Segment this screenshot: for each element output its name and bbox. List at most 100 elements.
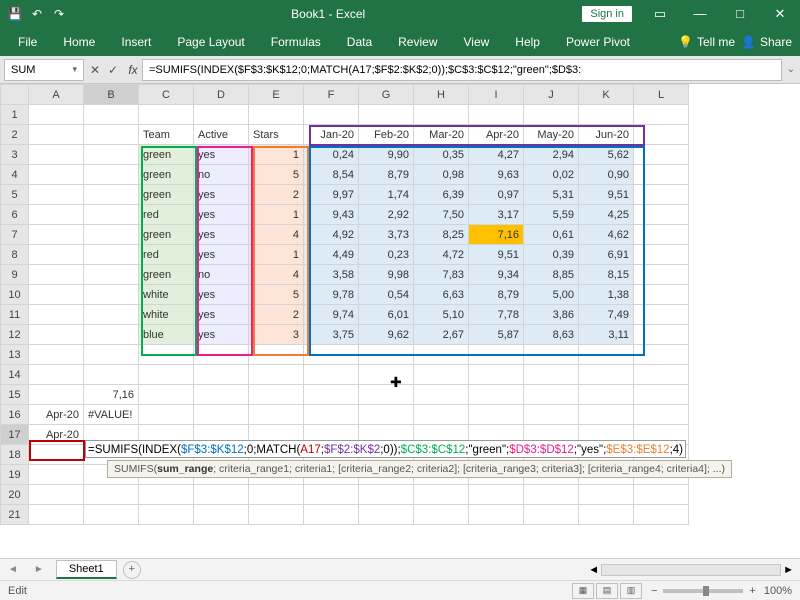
cell[interactable]: 2,94 [524,145,579,165]
row-header[interactable]: 4 [1,165,29,185]
cell[interactable]: 3,17 [469,205,524,225]
cell[interactable]: yes [194,245,249,265]
cell[interactable]: 6,01 [359,305,414,325]
cell[interactable]: 8,15 [579,265,634,285]
cell[interactable]: 7,49 [579,305,634,325]
cell[interactable]: 3,75 [304,325,359,345]
tab-review[interactable]: Review [388,29,447,55]
undo-icon[interactable]: ↶ [28,5,46,23]
cell[interactable]: 7,78 [469,305,524,325]
cell[interactable]: Mar-20 [414,125,469,145]
cell[interactable]: white [139,305,194,325]
cell[interactable]: 9,62 [359,325,414,345]
tab-home[interactable]: Home [53,29,105,55]
cell[interactable]: 9,51 [579,185,634,205]
row-header[interactable]: 19 [1,465,29,485]
cell[interactable]: Jun-20 [579,125,634,145]
cell[interactable]: 0,90 [579,165,634,185]
col-header[interactable]: K [579,85,634,105]
close-icon[interactable]: ✕ [760,6,800,22]
cell[interactable]: Apr-20 [469,125,524,145]
cell[interactable]: 9,90 [359,145,414,165]
row-header[interactable]: 10 [1,285,29,305]
row-header[interactable]: 15 [1,385,29,405]
cell[interactable]: 5,31 [524,185,579,205]
cell[interactable]: Team [139,125,194,145]
tab-formulas[interactable]: Formulas [261,29,331,55]
cell[interactable]: green [139,145,194,165]
cell[interactable]: yes [194,185,249,205]
col-header[interactable]: J [524,85,579,105]
col-header[interactable]: A [29,85,84,105]
cell[interactable]: yes [194,325,249,345]
cell[interactable]: Jan-20 [304,125,359,145]
cell[interactable]: 9,78 [304,285,359,305]
cell[interactable]: white [139,285,194,305]
row-header[interactable]: 7 [1,225,29,245]
cell[interactable]: 5,87 [469,325,524,345]
col-header[interactable]: H [414,85,469,105]
cell[interactable]: 1 [249,145,304,165]
cell[interactable]: yes [194,285,249,305]
col-header[interactable]: C [139,85,194,105]
cell[interactable]: 0,35 [414,145,469,165]
ribbon-options-icon[interactable]: ▭ [640,6,680,22]
hscroll-left-icon[interactable]: ◄ [588,564,599,576]
cell[interactable]: 9,98 [359,265,414,285]
cell[interactable]: green [139,225,194,245]
cell[interactable]: blue [139,325,194,345]
cell[interactable]: 0,97 [469,185,524,205]
cell[interactable]: 4 [249,225,304,245]
tab-powerpivot[interactable]: Power Pivot [556,29,640,55]
cell[interactable]: 8,25 [414,225,469,245]
cell[interactable]: 6,91 [579,245,634,265]
cell[interactable]: Feb-20 [359,125,414,145]
maximize-icon[interactable]: □ [720,6,760,22]
view-pagelayout-icon[interactable]: ▤ [596,583,618,599]
cell[interactable]: #VALUE! [84,405,139,425]
zoom-slider[interactable] [663,589,743,593]
cell[interactable]: 5 [249,165,304,185]
cell[interactable]: 8,79 [359,165,414,185]
cell[interactable]: 3,73 [359,225,414,245]
cell[interactable]: 8,79 [469,285,524,305]
row-header[interactable]: 3 [1,145,29,165]
cell[interactable]: 4 [249,265,304,285]
cell[interactable]: 4,27 [469,145,524,165]
cell[interactable]: 6,39 [414,185,469,205]
cell[interactable]: 1,38 [579,285,634,305]
cell[interactable]: 4,72 [414,245,469,265]
tab-view[interactable]: View [454,29,500,55]
row-header[interactable]: 14 [1,365,29,385]
cell-formula-editor[interactable]: =SUMIFS(INDEX($F$3:$K$12;0;MATCH(A17;$F$… [85,440,686,458]
zoom-out-button[interactable]: − [651,585,657,597]
cell[interactable]: 4,25 [579,205,634,225]
cell[interactable]: 0,61 [524,225,579,245]
cell[interactable]: 8,63 [524,325,579,345]
row-header[interactable]: 18 [1,445,29,465]
horizontal-scrollbar[interactable] [601,564,781,576]
row-header[interactable]: 1 [1,105,29,125]
cell[interactable]: 3,11 [579,325,634,345]
cell[interactable]: 5,59 [524,205,579,225]
cell[interactable]: 0,02 [524,165,579,185]
chevron-down-icon[interactable]: ▾ [72,64,77,75]
redo-icon[interactable]: ↷ [50,5,68,23]
cell[interactable]: green [139,165,194,185]
cell[interactable]: 9,74 [304,305,359,325]
cell[interactable]: 3,58 [304,265,359,285]
row-header[interactable]: 17 [1,425,29,445]
cell[interactable]: 0,23 [359,245,414,265]
row-header[interactable]: 5 [1,185,29,205]
select-all-corner[interactable] [1,85,29,105]
cell[interactable]: 9,63 [469,165,524,185]
cell[interactable]: Active [194,125,249,145]
view-normal-icon[interactable]: ▦ [572,583,594,599]
cell[interactable]: Apr-20 [29,425,84,445]
col-header[interactable]: B [84,85,139,105]
cell[interactable]: red [139,205,194,225]
cell[interactable]: 0,98 [414,165,469,185]
worksheet-grid[interactable]: A B C D E F G H I J K L 1 2 Team Active … [0,84,800,525]
cell[interactable]: 1 [249,245,304,265]
accept-formula-icon[interactable]: ✓ [108,63,118,77]
